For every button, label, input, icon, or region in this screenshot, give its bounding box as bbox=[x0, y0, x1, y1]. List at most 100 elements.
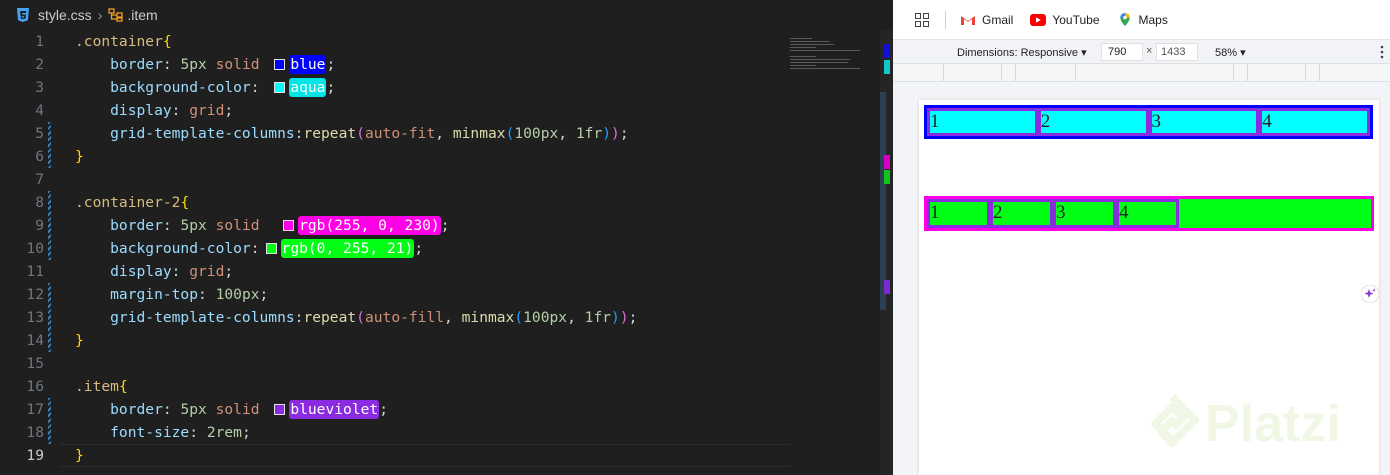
code-line[interactable]: 3 background-color: aqua; bbox=[0, 76, 880, 99]
code-token: : bbox=[189, 424, 207, 441]
code-line[interactable]: 1 .container{ bbox=[0, 30, 880, 53]
scrollbar-thumb[interactable] bbox=[880, 92, 886, 310]
code-token: 100px bbox=[523, 309, 568, 326]
line-number: 19 bbox=[26, 447, 44, 464]
code-line[interactable]: 5 grid-template-columns:repeat(auto-fit,… bbox=[0, 122, 880, 145]
code-editor[interactable]: style.css › .item 1 .container{2 border: … bbox=[0, 0, 893, 475]
code-line[interactable]: 7 bbox=[0, 168, 880, 191]
code-token: minmax bbox=[452, 125, 506, 142]
code-token: : bbox=[198, 286, 216, 303]
code-line[interactable]: 6} bbox=[0, 145, 880, 168]
more-options-icon[interactable] bbox=[1379, 45, 1385, 59]
zoom-dropdown[interactable]: 58% ▾ bbox=[1215, 46, 1246, 59]
code-token: ( bbox=[514, 309, 524, 326]
line-number: 10 bbox=[26, 240, 44, 257]
scroll-marker-magenta bbox=[884, 155, 890, 169]
code-line[interactable]: 15 bbox=[0, 352, 880, 375]
code-line[interactable]: 14} bbox=[0, 329, 880, 352]
code-token: : bbox=[171, 263, 190, 280]
code-text: font-size: 2rem; bbox=[75, 421, 251, 444]
code-token: { bbox=[180, 194, 190, 211]
device-toolbar: Dimensions: Responsive ▾ 790 × 1433 58% … bbox=[893, 40, 1390, 64]
code-token: 2rem bbox=[206, 424, 242, 441]
viewport-width-input[interactable]: 790 bbox=[1101, 43, 1143, 61]
platzi-logo-icon bbox=[1151, 394, 1199, 447]
line-number: 12 bbox=[26, 286, 44, 303]
breadcrumb-file[interactable]: style.css bbox=[38, 7, 92, 23]
code-line[interactable]: 11 display: grid; bbox=[0, 260, 880, 283]
code-line[interactable]: 16 .item{ bbox=[0, 375, 880, 398]
grid-item: 2 bbox=[1037, 108, 1149, 136]
apps-grid-icon[interactable] bbox=[915, 12, 929, 27]
bookmark-gmail[interactable]: Gmail bbox=[960, 13, 1013, 27]
bookmark-maps[interactable]: Maps bbox=[1117, 12, 1168, 27]
modified-gutter-marker[interactable] bbox=[48, 214, 51, 237]
modified-gutter-marker[interactable] bbox=[48, 398, 51, 421]
code-token: ; bbox=[224, 102, 234, 119]
code-token: ; bbox=[259, 286, 269, 303]
platzi-watermark: Platzi bbox=[1145, 393, 1341, 455]
code-token: 100px bbox=[215, 286, 260, 303]
minimap[interactable] bbox=[790, 36, 870, 76]
code-line[interactable]: 2 border: 5px solid blue; bbox=[0, 53, 880, 76]
dimensions-dropdown[interactable]: Dimensions: Responsive ▾ bbox=[957, 46, 1087, 59]
color-value: aqua bbox=[289, 78, 327, 97]
code-token: font-size bbox=[75, 424, 190, 441]
code-token: .container bbox=[75, 33, 163, 50]
code-line[interactable]: 9 border: 5px solid rgb(255, 0, 230); bbox=[0, 214, 880, 237]
code-token: grid bbox=[189, 102, 225, 119]
color-swatch[interactable] bbox=[265, 243, 277, 254]
line-number: 4 bbox=[35, 102, 44, 119]
code-line[interactable]: 13 grid-template-columns:repeat(auto-fil… bbox=[0, 306, 880, 329]
code-line[interactable]: 8 .container-2{ bbox=[0, 191, 880, 214]
line-number: 14 bbox=[26, 332, 44, 349]
code-token: background-color bbox=[75, 240, 251, 257]
code-token: 1fr bbox=[575, 125, 603, 142]
code-token: border bbox=[75, 401, 163, 418]
color-swatch[interactable] bbox=[274, 82, 286, 93]
symbol-class-icon bbox=[108, 8, 124, 22]
code-text: border: 5px solid blue; bbox=[75, 53, 335, 76]
modified-gutter-marker[interactable] bbox=[48, 237, 51, 260]
media-query-ruler[interactable] bbox=[893, 64, 1390, 82]
sparkle-icon[interactable] bbox=[1361, 285, 1379, 303]
color-swatch[interactable] bbox=[274, 59, 286, 70]
code-token: background-color bbox=[75, 79, 251, 96]
code-token: grid-template-columns bbox=[75, 309, 295, 326]
modified-gutter-marker[interactable] bbox=[48, 191, 51, 214]
modified-gutter-marker[interactable] bbox=[48, 306, 51, 329]
color-value: blue bbox=[289, 55, 327, 74]
code-token: : bbox=[162, 56, 181, 73]
code-line[interactable]: 18 font-size: 2rem; bbox=[0, 421, 880, 444]
code-token: , bbox=[435, 125, 453, 142]
color-swatch[interactable] bbox=[283, 220, 295, 231]
bookmark-youtube[interactable]: YouTube bbox=[1030, 13, 1100, 27]
scroll-marker-violet bbox=[884, 280, 890, 294]
breadcrumb-symbol[interactable]: .item bbox=[127, 7, 157, 23]
modified-gutter-marker[interactable] bbox=[48, 283, 51, 306]
modified-gutter-marker[interactable] bbox=[48, 122, 51, 145]
code-line[interactable]: 4 display: grid; bbox=[0, 99, 880, 122]
container-grid: 1234 bbox=[924, 105, 1373, 139]
color-swatch[interactable] bbox=[274, 404, 286, 415]
code-token: , bbox=[567, 309, 585, 326]
css-file-icon bbox=[17, 8, 29, 22]
maps-icon bbox=[1119, 12, 1130, 27]
code-token: : bbox=[162, 401, 181, 418]
code-token: repeat bbox=[303, 309, 357, 326]
modified-gutter-marker[interactable] bbox=[48, 145, 51, 168]
bookmarks-divider bbox=[945, 10, 946, 29]
modified-gutter-marker[interactable] bbox=[48, 329, 51, 352]
code-line[interactable]: 19} bbox=[0, 444, 880, 467]
code-line[interactable]: 17 border: 5px solid blueviolet; bbox=[0, 398, 880, 421]
line-number: 5 bbox=[35, 125, 44, 142]
code-text: } bbox=[75, 329, 84, 352]
current-line-highlight bbox=[60, 444, 790, 467]
code-line[interactable]: 12 margin-top: 100px; bbox=[0, 283, 880, 306]
code-token: ; bbox=[628, 309, 638, 326]
code-token: ; bbox=[379, 401, 388, 418]
viewport-height-input[interactable]: 1433 bbox=[1156, 43, 1198, 61]
code-line[interactable]: 10 background-color: rgb(0, 255, 21); bbox=[0, 237, 880, 260]
code-token: : bbox=[171, 102, 190, 119]
modified-gutter-marker[interactable] bbox=[48, 421, 51, 444]
